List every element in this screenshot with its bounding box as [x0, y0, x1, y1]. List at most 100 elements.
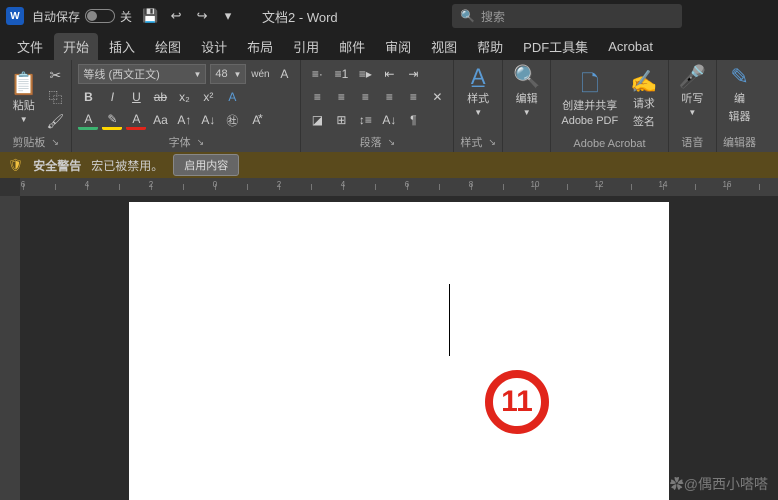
tab-mailings[interactable]: 邮件: [330, 33, 374, 60]
strikethrough-button[interactable]: ab: [150, 87, 170, 107]
font-name-select[interactable]: 等线 (西文正文)▼: [78, 64, 206, 84]
align-center-icon[interactable]: ≡: [331, 87, 351, 107]
circled-char-icon[interactable]: ㊓: [222, 110, 242, 130]
group-clipboard: 📋 粘贴 ▼ ✂ ⿻ 🖌 剪贴板↘: [0, 60, 72, 152]
annotation-circle: 11: [485, 370, 549, 434]
font-color-icon[interactable]: A: [126, 110, 146, 130]
tab-insert[interactable]: 插入: [100, 33, 144, 60]
sort-icon[interactable]: A↓: [379, 110, 399, 130]
flower-icon: ✿: [670, 476, 684, 492]
align-left-icon[interactable]: ≡: [307, 87, 327, 107]
bullets-icon[interactable]: ≡·: [307, 64, 327, 84]
chevron-down-icon: ▼: [523, 108, 531, 117]
customize-qa-icon[interactable]: ▾: [218, 6, 238, 26]
group-editing: 🔍 编辑 ▼: [503, 60, 551, 152]
dictate-button[interactable]: 🎤 听写 ▼: [675, 64, 710, 119]
paragraph-group-label: 段落↘: [307, 132, 447, 150]
save-icon[interactable]: 💾: [140, 6, 160, 26]
tab-references[interactable]: 引用: [284, 33, 328, 60]
numbering-icon[interactable]: ≡1: [331, 64, 351, 84]
shrink-font-icon[interactable]: A↓: [198, 110, 218, 130]
show-marks-icon[interactable]: ¶: [403, 110, 423, 130]
tab-draw[interactable]: 绘图: [146, 33, 190, 60]
subscript-button[interactable]: x₂: [174, 87, 194, 107]
editor-icon: ✎: [730, 66, 748, 88]
watermark: ✿@偶西小嗒嗒: [670, 474, 768, 494]
phonetic-guide-icon[interactable]: wén: [250, 64, 270, 84]
borders-icon[interactable]: ⊞: [331, 110, 351, 130]
search-icon: 🔍: [460, 9, 475, 23]
enable-content-button[interactable]: 启用内容: [173, 154, 239, 176]
ruler-scale: 6420246810121416: [20, 178, 778, 196]
launcher-icon[interactable]: ↘: [51, 137, 59, 148]
line-spacing-icon[interactable]: ↕≡: [355, 110, 375, 130]
microphone-icon: 🎤: [679, 66, 706, 88]
ribbon-tabs: 文件 开始 插入 绘图 设计 布局 引用 邮件 审阅 视图 帮助 PDF工具集 …: [0, 32, 778, 60]
shading-icon[interactable]: ◪: [307, 110, 327, 130]
toggle-switch-icon[interactable]: [85, 9, 115, 23]
search-box[interactable]: 🔍 搜索: [452, 4, 682, 28]
tab-file[interactable]: 文件: [8, 33, 52, 60]
increase-indent-icon[interactable]: ⇥: [403, 64, 423, 84]
tab-layout[interactable]: 布局: [238, 33, 282, 60]
request-sign-button[interactable]: ✍ 请求 签名: [626, 69, 661, 131]
bold-button[interactable]: B: [78, 87, 98, 107]
page[interactable]: [129, 202, 669, 500]
tab-view[interactable]: 视图: [422, 33, 466, 60]
editor-button[interactable]: ✎ 编 辑器: [723, 64, 756, 126]
underline-button[interactable]: U: [126, 87, 146, 107]
vertical-ruler[interactable]: [0, 196, 20, 500]
paste-icon: 📋: [10, 73, 37, 95]
align-distributed-icon[interactable]: ≡: [403, 87, 423, 107]
document-canvas[interactable]: [20, 196, 778, 500]
decrease-indent-icon[interactable]: ⇤: [379, 64, 399, 84]
text-effects-icon[interactable]: A: [222, 87, 242, 107]
font-size-select[interactable]: 48▼: [210, 64, 246, 84]
redo-icon[interactable]: ↪: [192, 6, 212, 26]
grow-font-icon[interactable]: A↑: [174, 110, 194, 130]
editing-button[interactable]: 🔍 编辑 ▼: [509, 64, 544, 119]
styles-button[interactable]: A̲ 样式 ▼: [460, 64, 496, 119]
shield-warning-icon: 🛡: [8, 158, 23, 172]
copy-icon[interactable]: ⿻: [45, 88, 65, 108]
sign-icon: ✍: [630, 71, 657, 93]
paste-button[interactable]: 📋 粘贴 ▼: [6, 71, 41, 126]
find-icon: 🔍: [513, 66, 540, 88]
horizontal-ruler[interactable]: 6420246810121416: [0, 178, 778, 196]
autosave-label: 自动保存: [32, 8, 80, 25]
align-right-icon[interactable]: ≡: [355, 87, 375, 107]
ruler-corner: [0, 178, 20, 196]
launcher-icon[interactable]: ↘: [488, 137, 496, 148]
autosave-state: 关: [120, 8, 132, 25]
undo-icon[interactable]: ↩: [166, 6, 186, 26]
create-pdf-button[interactable]: 🗋 创建并共享 Adobe PDF: [557, 71, 622, 129]
italic-button[interactable]: I: [102, 87, 122, 107]
align-justify-icon[interactable]: ≡: [379, 87, 399, 107]
chevron-down-icon: ▼: [474, 108, 482, 117]
highlight-color-icon[interactable]: A: [78, 110, 98, 130]
tab-home[interactable]: 开始: [54, 33, 98, 60]
asian-layout-icon[interactable]: ✕: [427, 87, 447, 107]
font-group-label: 字体↘: [78, 132, 294, 150]
search-placeholder: 搜索: [481, 8, 505, 25]
launcher-icon[interactable]: ↘: [388, 137, 396, 148]
launcher-icon[interactable]: ↘: [197, 137, 205, 148]
tab-help[interactable]: 帮助: [468, 33, 512, 60]
format-painter-icon[interactable]: 🖌: [45, 111, 65, 131]
cut-icon[interactable]: ✂: [45, 65, 65, 85]
clear-format-icon[interactable]: A⃰: [246, 110, 266, 130]
tab-acrobat[interactable]: Acrobat: [599, 35, 662, 58]
autosave-toggle[interactable]: 自动保存 关: [32, 8, 132, 25]
tab-pdf[interactable]: PDF工具集: [514, 33, 597, 60]
text-cursor: [449, 284, 450, 356]
tab-review[interactable]: 审阅: [376, 33, 420, 60]
superscript-button[interactable]: x²: [198, 87, 218, 107]
tab-design[interactable]: 设计: [192, 33, 236, 60]
document-title: 文档2 - Word: [262, 7, 338, 26]
workspace: [0, 196, 778, 500]
highlight-pen-icon[interactable]: ✎: [102, 110, 122, 130]
character-border-icon[interactable]: A: [274, 64, 294, 84]
warning-message: 宏已被禁用。: [91, 157, 163, 174]
change-case-icon[interactable]: Aa: [150, 110, 170, 130]
multilevel-list-icon[interactable]: ≡▸: [355, 64, 375, 84]
